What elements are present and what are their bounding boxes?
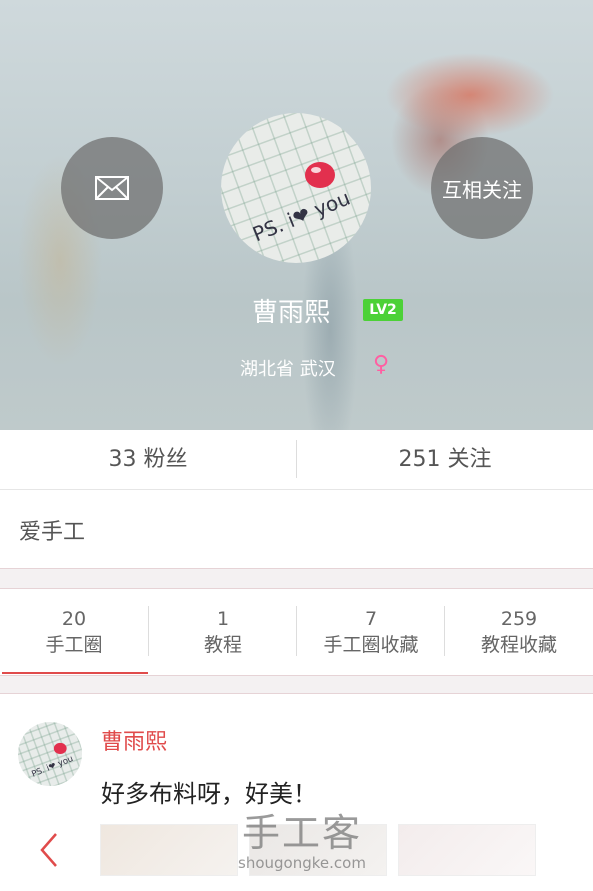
tab-count: 259 xyxy=(500,608,538,630)
follow-button-label: 互相关注 xyxy=(442,177,522,202)
avatar-image: PS. i❤ you xyxy=(249,162,354,247)
tab-count: 1 xyxy=(216,608,230,630)
back-chevron-icon xyxy=(40,833,57,867)
post-avatar-image: PS. i❤ you xyxy=(30,742,75,780)
post-author-name[interactable]: 曹雨熙 xyxy=(101,724,167,756)
back-button[interactable] xyxy=(26,828,70,872)
profile-header: PS. i❤ you 互相关注 曹雨熙 LV2 湖北省 武汉 ♀ xyxy=(0,0,593,430)
image-thumbnail[interactable] xyxy=(398,824,536,876)
tab-label: 手工圈 xyxy=(45,634,103,656)
watermark-logo: 手工客 xyxy=(241,811,362,855)
watermark: 手工客 shougongke.com xyxy=(232,812,372,872)
message-button[interactable] xyxy=(61,137,163,239)
tab-tutorials[interactable]: 1 教程 xyxy=(149,589,297,675)
mail-icon xyxy=(95,176,129,200)
follow-button[interactable]: 互相关注 xyxy=(431,137,533,239)
location: 湖北省 武汉 xyxy=(240,359,336,380)
tab-label: 手工圈收藏 xyxy=(323,634,419,656)
avatar-text: PS. i❤ you xyxy=(249,186,353,247)
username: 曹雨熙 xyxy=(252,298,331,328)
stats-bar: 33 粉丝 251 关注 xyxy=(0,430,593,490)
content-tabs: 20 手工圈 1 教程 7 手工圈收藏 259 教程收藏 xyxy=(0,588,593,676)
level-badge: LV2 xyxy=(363,299,403,321)
tab-tutorial-favorites[interactable]: 259 教程收藏 xyxy=(445,589,593,675)
image-thumbnail[interactable] xyxy=(100,824,238,876)
tab-count: 7 xyxy=(364,608,378,630)
active-tab-indicator xyxy=(2,672,148,674)
watermark-url: shougongke.com xyxy=(238,854,366,872)
avatar-text: PS. i❤ you xyxy=(30,754,74,780)
fans-count[interactable]: 33 粉丝 xyxy=(0,430,296,489)
tab-circle-favorites[interactable]: 7 手工圈收藏 xyxy=(297,589,445,675)
tab-count: 20 xyxy=(61,608,87,630)
post-text: 好多布料呀，好美！ xyxy=(101,780,317,808)
gender-female-icon: ♀ xyxy=(373,352,390,377)
bio-text: 爱手工 xyxy=(19,520,86,545)
post-author-avatar[interactable]: PS. i❤ you xyxy=(18,722,82,786)
following-count[interactable]: 251 关注 xyxy=(297,430,593,489)
tab-handcraft-circle[interactable]: 20 手工圈 xyxy=(0,589,148,675)
tab-label: 教程收藏 xyxy=(480,634,557,656)
tab-label: 教程 xyxy=(203,634,242,656)
avatar[interactable]: PS. i❤ you xyxy=(221,113,371,263)
bio-section: 爱手工 xyxy=(0,490,593,569)
